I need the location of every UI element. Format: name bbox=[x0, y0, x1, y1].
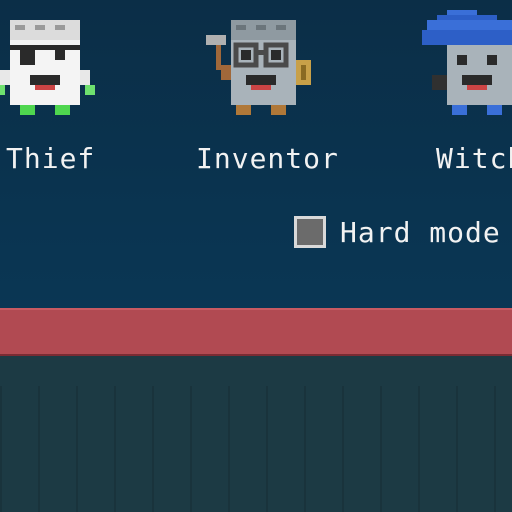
thief-character-card[interactable] bbox=[0, 10, 100, 120]
inventor-label: Inventor bbox=[196, 142, 339, 175]
divider-band bbox=[0, 308, 512, 356]
inventor-icon bbox=[206, 20, 311, 115]
ground-area bbox=[0, 356, 512, 512]
hard-mode-toggle[interactable]: Hard mode bbox=[294, 214, 501, 250]
thief-icon bbox=[0, 20, 95, 115]
witch-icon bbox=[422, 10, 512, 115]
witch-label: Witch bbox=[436, 142, 512, 175]
hard-mode-label: Hard mode bbox=[340, 215, 501, 249]
witch-character-card[interactable] bbox=[422, 10, 512, 120]
ground-texture bbox=[0, 386, 512, 512]
character-select-panel: Thief Inventor Witc Hard mode bbox=[0, 0, 512, 308]
thief-label: Thief bbox=[6, 142, 96, 175]
hard-mode-checkbox[interactable] bbox=[294, 216, 326, 248]
inventor-character-card[interactable] bbox=[206, 10, 316, 120]
